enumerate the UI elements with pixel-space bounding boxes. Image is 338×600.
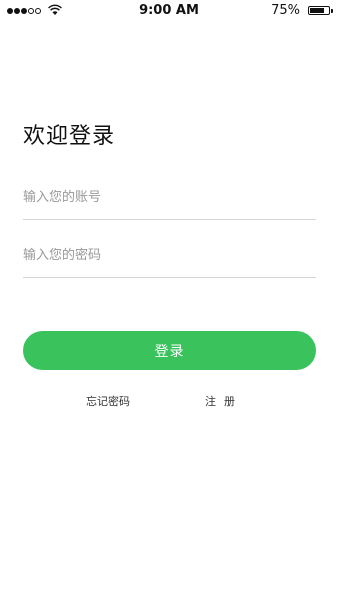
register-link[interactable]: 注册: [205, 393, 243, 409]
page-title: 欢迎登录: [23, 124, 116, 149]
login-button[interactable]: 登录: [23, 331, 316, 370]
account-field[interactable]: [23, 176, 316, 220]
battery-level-fill: [310, 8, 324, 13]
forgot-password-link[interactable]: 忘记密码: [86, 393, 130, 409]
password-field[interactable]: [23, 234, 316, 278]
battery-icon: [308, 6, 330, 15]
battery-percentage: 75%: [271, 3, 300, 18]
battery-cap-icon: [331, 9, 333, 13]
password-input[interactable]: [23, 234, 316, 277]
account-input[interactable]: [23, 176, 316, 219]
status-bar: 9:00 AM 75%: [0, 0, 338, 22]
